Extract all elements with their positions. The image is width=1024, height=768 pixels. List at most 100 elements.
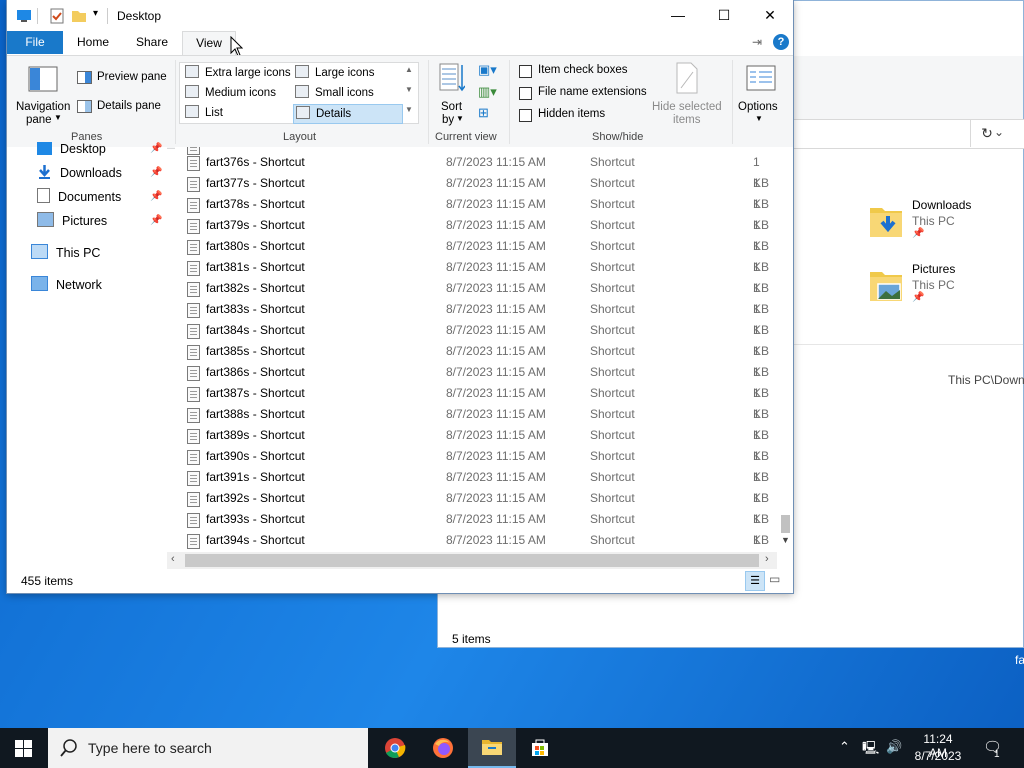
table-row[interactable]: fart388s - Shortcut 8/7/2023 11:15 AM Shor… bbox=[175, 404, 777, 442]
table-row[interactable]: fart382s - Shortcut 8/7/2023 11:15 AM Shor… bbox=[175, 278, 777, 316]
tile-pictures[interactable]: Pictures This PC 📌 bbox=[868, 262, 1018, 312]
large-icons-view-icon[interactable]: ▭ bbox=[769, 572, 780, 586]
table-row[interactable]: fart377s - Shortcut 8/7/2023 11:15 AM Shor… bbox=[175, 173, 777, 211]
taskbar-app-file-explorer[interactable] bbox=[468, 728, 516, 768]
title-bar[interactable]: ▾ Desktop — ☐ ✕ bbox=[7, 0, 793, 32]
pin-icon[interactable]: 📌 bbox=[150, 143, 162, 154]
table-row[interactable]: fart380s - Shortcut 8/7/2023 11:15 AM Shor… bbox=[175, 236, 777, 274]
hidden-items-toggle[interactable]: Hidden items bbox=[517, 108, 657, 126]
vertical-scrollbar[interactable]: ▼ bbox=[777, 147, 793, 552]
nav-item-this-pc[interactable]: This PC bbox=[31, 243, 100, 263]
horizontal-scrollbar[interactable]: ‹ › bbox=[167, 552, 777, 569]
layout-list[interactable]: List bbox=[185, 104, 223, 122]
taskbar-search-box[interactable]: Type here to search bbox=[48, 728, 368, 768]
scroll-up-icon[interactable]: ▲ bbox=[405, 65, 413, 74]
tab-share[interactable]: Share bbox=[129, 31, 175, 54]
help-icon[interactable]: ? bbox=[773, 34, 789, 50]
group-by-icon[interactable]: ▣▾ bbox=[478, 62, 497, 78]
navigation-pane-button[interactable]: Navigation pane ▼ bbox=[16, 60, 72, 126]
file-name: fart383s - Shortcut bbox=[206, 302, 305, 316]
downloads-folder-icon bbox=[870, 208, 902, 237]
file-type: Shortcut bbox=[590, 407, 635, 421]
file-date-modified: 8/7/2023 11:15 AM bbox=[446, 449, 546, 463]
shortcut-file-icon bbox=[187, 177, 200, 192]
scroll-left-arrow-icon[interactable]: ‹ bbox=[171, 553, 175, 565]
layout-medium-icons[interactable]: Medium icons bbox=[185, 84, 276, 102]
table-row[interactable]: fart390s - Shortcut 8/7/2023 11:15 AM Shor… bbox=[175, 446, 777, 484]
path-fragment: This PC\Downl bbox=[948, 373, 1024, 387]
table-row[interactable]: fart391s - Shortcut 8/7/2023 11:15 AM Shor… bbox=[175, 467, 777, 505]
tab-home[interactable]: Home bbox=[70, 31, 116, 54]
refresh-icon[interactable]: ↻ bbox=[970, 119, 1003, 147]
pin-ribbon-icon[interactable]: ⇥ bbox=[752, 35, 762, 49]
table-row[interactable]: fart387s - Shortcut 8/7/2023 11:15 AM Shor… bbox=[175, 383, 777, 421]
nav-item-pictures[interactable]: Pictures bbox=[37, 211, 107, 231]
nav-item-desktop[interactable]: Desktop bbox=[37, 139, 106, 159]
layout-extra-large-icons[interactable]: Extra large icons bbox=[185, 64, 291, 82]
layout-large-icons[interactable]: Large icons bbox=[295, 64, 374, 82]
layout-small-icons[interactable]: Small icons bbox=[295, 84, 374, 102]
volume-icon[interactable]: 🔊 bbox=[886, 739, 902, 755]
table-row[interactable]: fart376s - Shortcut 8/7/2023 11:15 AM Shor… bbox=[175, 152, 777, 190]
file-name: fart391s - Shortcut bbox=[206, 470, 305, 484]
item-check-boxes-toggle[interactable]: Item check boxes bbox=[517, 64, 657, 82]
file-name-extensions-toggle[interactable]: File name extensions bbox=[517, 86, 657, 104]
close-button[interactable]: ✕ bbox=[747, 0, 793, 32]
table-row[interactable]: fart384s - Shortcut 8/7/2023 11:15 AM Shor… bbox=[175, 320, 777, 358]
taskbar-app-chrome[interactable] bbox=[371, 728, 419, 768]
file-list[interactable]: fart376s - Shortcut 8/7/2023 11:15 AM Shor… bbox=[175, 147, 777, 552]
scroll-down-arrow-icon[interactable]: ▼ bbox=[781, 535, 790, 545]
taskbar-app-store[interactable] bbox=[516, 728, 564, 768]
sort-by-button[interactable]: Sort by ▼ bbox=[437, 60, 467, 126]
hide-selected-items-button[interactable]: Hide selected items bbox=[649, 60, 725, 126]
pin-icon[interactable]: 📌 bbox=[150, 191, 162, 202]
details-pane-button[interactable]: Details pane bbox=[77, 97, 173, 117]
tile-downloads[interactable]: Downloads This PC 📌 bbox=[868, 198, 1018, 248]
shortcut-file-icon bbox=[187, 324, 200, 339]
nav-item-downloads[interactable]: Downloads bbox=[37, 163, 122, 183]
nav-item-network[interactable]: Network bbox=[31, 275, 102, 295]
preview-pane-button[interactable]: Preview pane bbox=[77, 68, 173, 88]
clock-date[interactable]: 8/7/2023 bbox=[912, 749, 964, 763]
options-button[interactable]: Options ▼ bbox=[736, 60, 786, 124]
minimize-button[interactable]: — bbox=[655, 0, 701, 32]
network-tray-icon[interactable]: 🖳 bbox=[862, 739, 879, 761]
taskbar-app-firefox[interactable] bbox=[419, 728, 467, 768]
table-row[interactable]: fart379s - Shortcut 8/7/2023 11:15 AM Shor… bbox=[175, 215, 777, 253]
table-row[interactable]: fart389s - Shortcut 8/7/2023 11:15 AM Shor… bbox=[175, 425, 777, 463]
table-row[interactable]: fart393s - Shortcut 8/7/2023 11:15 AM Shor… bbox=[175, 509, 777, 547]
table-row[interactable]: fart394s - Shortcut 8/7/2023 11:15 AM Shor… bbox=[175, 530, 777, 551]
table-row[interactable]: fart392s - Shortcut 8/7/2023 11:15 AM Shor… bbox=[175, 488, 777, 526]
table-row[interactable]: fart381s - Shortcut 8/7/2023 11:15 AM Shor… bbox=[175, 257, 777, 295]
new-folder-icon[interactable] bbox=[71, 8, 87, 24]
tab-view[interactable]: View bbox=[182, 31, 236, 55]
pin-icon[interactable]: 📌 bbox=[150, 167, 162, 178]
checkbox[interactable] bbox=[519, 109, 532, 122]
show-hidden-icons-icon[interactable]: ⌃ bbox=[839, 739, 850, 755]
properties-icon[interactable] bbox=[49, 8, 65, 24]
scrollbar-thumb[interactable] bbox=[781, 515, 790, 533]
nav-label: Downloads bbox=[60, 166, 122, 180]
table-row[interactable]: fart385s - Shortcut 8/7/2023 11:15 AM Shor… bbox=[175, 341, 777, 379]
scroll-right-arrow-icon[interactable]: › bbox=[765, 553, 769, 565]
add-columns-icon[interactable]: ▥▾ bbox=[478, 84, 497, 100]
table-row[interactable]: fart383s - Shortcut 8/7/2023 11:15 AM Shor… bbox=[175, 299, 777, 337]
tab-file[interactable]: File bbox=[7, 31, 63, 54]
expand-gallery-icon[interactable]: ▼ bbox=[405, 105, 413, 114]
windows-start-icon[interactable] bbox=[15, 740, 32, 757]
customize-quick-access-icon[interactable]: ▾ bbox=[93, 8, 98, 19]
file-name: fart392s - Shortcut bbox=[206, 491, 305, 505]
layout-details[interactable]: Details bbox=[293, 104, 403, 124]
pin-icon[interactable]: 📌 bbox=[150, 215, 162, 226]
scrollbar-thumb[interactable] bbox=[185, 554, 759, 567]
checkbox[interactable] bbox=[519, 65, 532, 78]
size-columns-icon[interactable]: ⊞ bbox=[478, 105, 489, 121]
nav-item-documents[interactable]: Documents bbox=[37, 187, 121, 207]
table-row[interactable]: fart378s - Shortcut 8/7/2023 11:15 AM Shor… bbox=[175, 194, 777, 232]
table-row[interactable]: fart386s - Shortcut 8/7/2023 11:15 AM Shor… bbox=[175, 362, 777, 400]
scroll-down-icon[interactable]: ▼ bbox=[405, 85, 413, 94]
explorer-window[interactable]: ▾ Desktop — ☐ ✕ File Home Share View ⇥ ?… bbox=[7, 0, 793, 593]
maximize-button[interactable]: ☐ bbox=[701, 0, 747, 32]
checkbox[interactable] bbox=[519, 87, 532, 100]
details-view-icon[interactable]: ☰ bbox=[745, 571, 765, 591]
